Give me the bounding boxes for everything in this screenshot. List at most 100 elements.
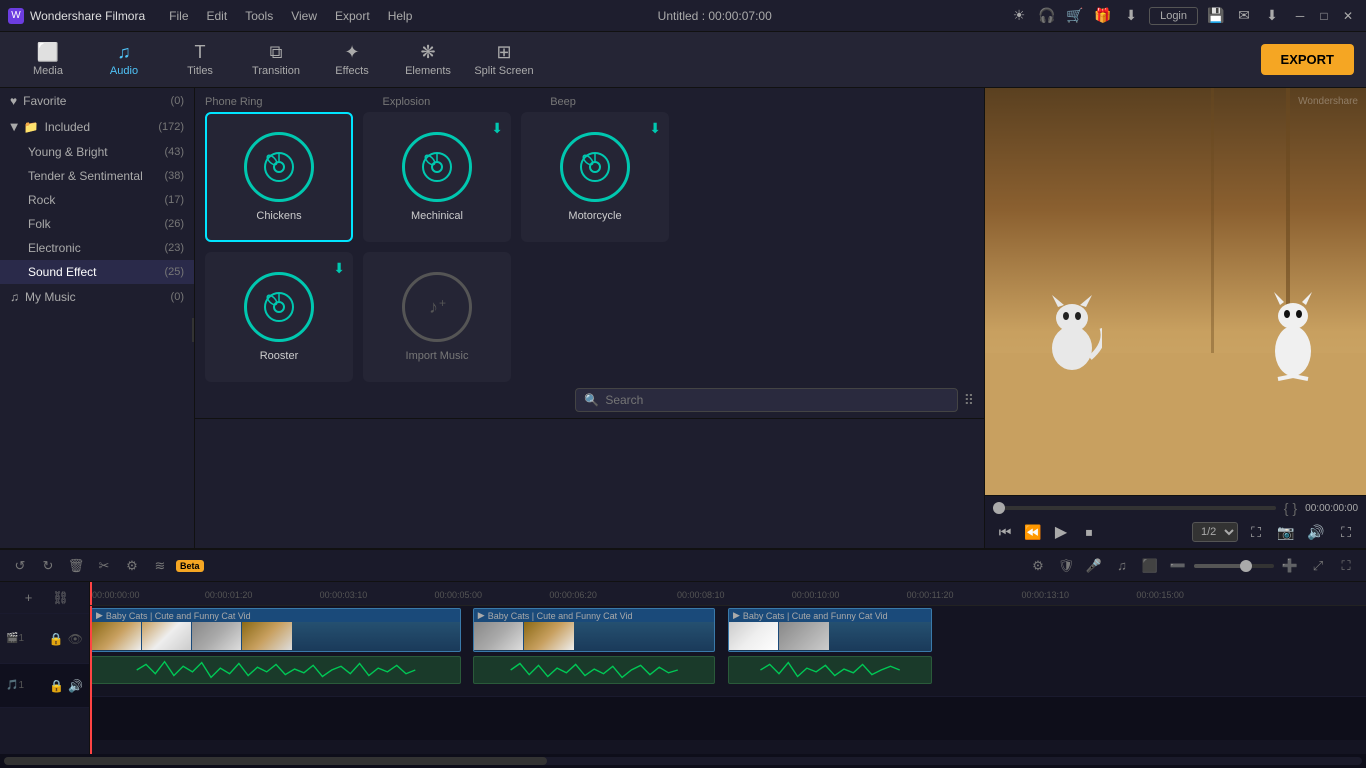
stop-button[interactable]: ⏹ — [1077, 520, 1101, 544]
search-bar: 🔍 ⠿ — [195, 382, 984, 419]
subcategory-young-bright[interactable]: Young & Bright (43) — [0, 140, 194, 164]
splitscreen-tool[interactable]: ⊞ Split Screen — [468, 36, 540, 84]
add-track-button[interactable]: + — [17, 586, 41, 610]
settings2-icon[interactable]: ⚙ — [1026, 554, 1050, 578]
zoom-minus-icon[interactable]: ➖ — [1166, 554, 1190, 578]
menu-edit[interactable]: Edit — [199, 7, 236, 25]
audio-row-1: Chickens ⬇ Mechinical ⬇ — [195, 112, 984, 242]
audio-item-chickens[interactable]: Chickens — [205, 112, 353, 242]
minimize-button[interactable]: ─ — [1290, 6, 1310, 26]
message-icon[interactable]: ✉ — [1234, 6, 1254, 26]
mic-icon[interactable]: 🎤 — [1082, 554, 1106, 578]
progress-bar[interactable] — [993, 506, 1276, 510]
zoom-out-icon[interactable]: ⛶ — [1334, 520, 1358, 544]
screenshot-icon[interactable]: 📷 — [1274, 520, 1298, 544]
zoom-plus-icon[interactable]: ➕ — [1278, 554, 1302, 578]
step-back-button[interactable]: ⏪ — [1021, 520, 1045, 544]
category-my-music[interactable]: ♫ My Music (0) — [0, 284, 194, 310]
transition-tool[interactable]: ⧉ Transition — [240, 36, 312, 84]
eye-icon[interactable]: 👁 — [68, 632, 83, 646]
video-clip-1[interactable]: ▶ Baby Cats | Cute and Funny Cat Vid — [91, 608, 461, 652]
close-button[interactable]: ✕ — [1338, 6, 1358, 26]
right-bracket-icon[interactable]: } — [1292, 500, 1297, 516]
progress-thumb[interactable] — [993, 502, 1005, 514]
download2-icon[interactable]: ⬇ — [1262, 6, 1282, 26]
folk-count: (26) — [164, 218, 184, 230]
left-bracket-icon[interactable]: { — [1284, 500, 1289, 516]
export-button[interactable]: EXPORT — [1261, 44, 1354, 75]
main-toolbar: ⬜ Media ♫ Audio T Titles ⧉ Transition ✦ … — [0, 32, 1366, 88]
subcategory-electronic[interactable]: Electronic (23) — [0, 236, 194, 260]
quality-select[interactable]: 1/2 1/1 1/4 — [1192, 522, 1238, 542]
cart-icon[interactable]: 🛒 — [1065, 6, 1085, 26]
video-clip-3[interactable]: ▶ Baby Cats | Cute and Funny Cat Vid — [728, 608, 932, 652]
audio-item-rooster[interactable]: ⬇ Rooster — [205, 252, 353, 382]
category-favorite[interactable]: ♥ Favorite (0) — [0, 88, 194, 114]
subcategory-folk[interactable]: Folk (26) — [0, 212, 194, 236]
titles-tool[interactable]: T Titles — [164, 36, 236, 84]
undo-button[interactable]: ↺ — [8, 554, 32, 578]
download-icon[interactable]: ⬇ — [1121, 6, 1141, 26]
music-icon[interactable]: ♫ — [1110, 554, 1134, 578]
cut-button[interactable]: ✂ — [92, 554, 116, 578]
headphone-icon[interactable]: 🎧 — [1037, 6, 1057, 26]
login-button[interactable]: Login — [1149, 7, 1198, 25]
category-favorite-label: Favorite — [23, 94, 66, 108]
video-clip-2[interactable]: ▶ Baby Cats | Cute and Funny Cat Vid — [473, 608, 715, 652]
audio-track-row — [90, 696, 1366, 740]
import-music-label: Import Music — [406, 350, 469, 362]
fullscreen-icon[interactable]: ⛶ — [1244, 520, 1268, 544]
zoom-slider[interactable] — [1194, 564, 1274, 568]
menu-tools[interactable]: Tools — [237, 7, 281, 25]
menu-export[interactable]: Export — [327, 7, 378, 25]
redo-button[interactable]: ↻ — [36, 554, 60, 578]
play-button[interactable]: ▶ — [1049, 520, 1073, 544]
shield-icon[interactable]: 🛡 — [1054, 554, 1078, 578]
rock-count: (17) — [164, 194, 184, 206]
audio-tool[interactable]: ♫ Audio — [88, 36, 160, 84]
menu-help[interactable]: Help — [380, 7, 421, 25]
save-icon[interactable]: 💾 — [1206, 6, 1226, 26]
overlay-icon[interactable]: ⬛ — [1138, 554, 1162, 578]
link-track-button[interactable]: ⛓ — [49, 586, 73, 610]
playhead[interactable] — [90, 582, 92, 605]
audio-mute-icon[interactable]: 🔊 — [68, 679, 83, 693]
category-included[interactable]: ▶ 📁 Included (172) — [0, 114, 194, 140]
main-area: ♥ Favorite (0) ▶ 📁 Included (172) Young … — [0, 88, 1366, 548]
delete-button[interactable]: 🗑 — [64, 554, 88, 578]
audio-item-mechinical[interactable]: ⬇ Mechinical — [363, 112, 511, 242]
section-labels-row: Phone Ring Explosion Beep — [195, 88, 984, 112]
menu-view[interactable]: View — [283, 7, 325, 25]
audio-item-import[interactable]: ♪ + Import Music — [363, 252, 511, 382]
lock-icon[interactable]: 🔒 — [49, 632, 64, 646]
effects-tool[interactable]: ✦ Effects — [316, 36, 388, 84]
elements-tool[interactable]: ❋ Elements — [392, 36, 464, 84]
menu-file[interactable]: File — [161, 7, 196, 25]
volume-icon[interactable]: 🔊 — [1304, 520, 1328, 544]
sun-icon[interactable]: ☀ — [1009, 6, 1029, 26]
subcategory-sound-effect[interactable]: Sound Effect (25) — [0, 260, 194, 284]
settings-button[interactable]: ⚙ — [120, 554, 144, 578]
fullscreen2-icon[interactable]: ⛶ — [1334, 554, 1358, 578]
category-included-label: Included — [45, 120, 90, 134]
horizontal-scrollbar[interactable] — [4, 757, 1362, 765]
subcategory-tender-sentimental[interactable]: Tender & Sentimental (38) — [0, 164, 194, 188]
fit-icon[interactable]: ⤢ — [1306, 554, 1330, 578]
skip-back-button[interactable]: ⏮ — [993, 520, 1017, 544]
grid-view-icon[interactable]: ⠿ — [964, 392, 974, 409]
gift-icon[interactable]: 🎁 — [1093, 6, 1113, 26]
search-input[interactable] — [605, 393, 685, 407]
subcategory-rock[interactable]: Rock (17) — [0, 188, 194, 212]
audio-item-motorcycle[interactable]: ⬇ Motorcycle — [521, 112, 669, 242]
ruler-mark-3: 00:00:05:00 — [435, 590, 483, 600]
media-tool[interactable]: ⬜ Media — [12, 36, 84, 84]
audio-lock-icon[interactable]: 🔒 — [49, 679, 64, 693]
maximize-button[interactable]: □ — [1314, 6, 1334, 26]
timeline-toolbar: ↺ ↻ 🗑 ✂ ⚙ ≋ Beta ⚙ 🛡 🎤 ♫ ⬛ ➖ ➕ ⤢ ⛶ — [0, 550, 1366, 582]
audio-waveform-button[interactable]: ≋ — [148, 554, 172, 578]
sound-effect-label: Sound Effect — [28, 265, 97, 279]
tender-sentimental-count: (38) — [164, 170, 184, 182]
explosion-label: Explosion — [383, 96, 431, 108]
scrollbar-thumb[interactable] — [4, 757, 547, 765]
player-extra-controls: 1/2 1/1 1/4 ⛶ 📷 🔊 ⛶ — [1192, 520, 1358, 544]
